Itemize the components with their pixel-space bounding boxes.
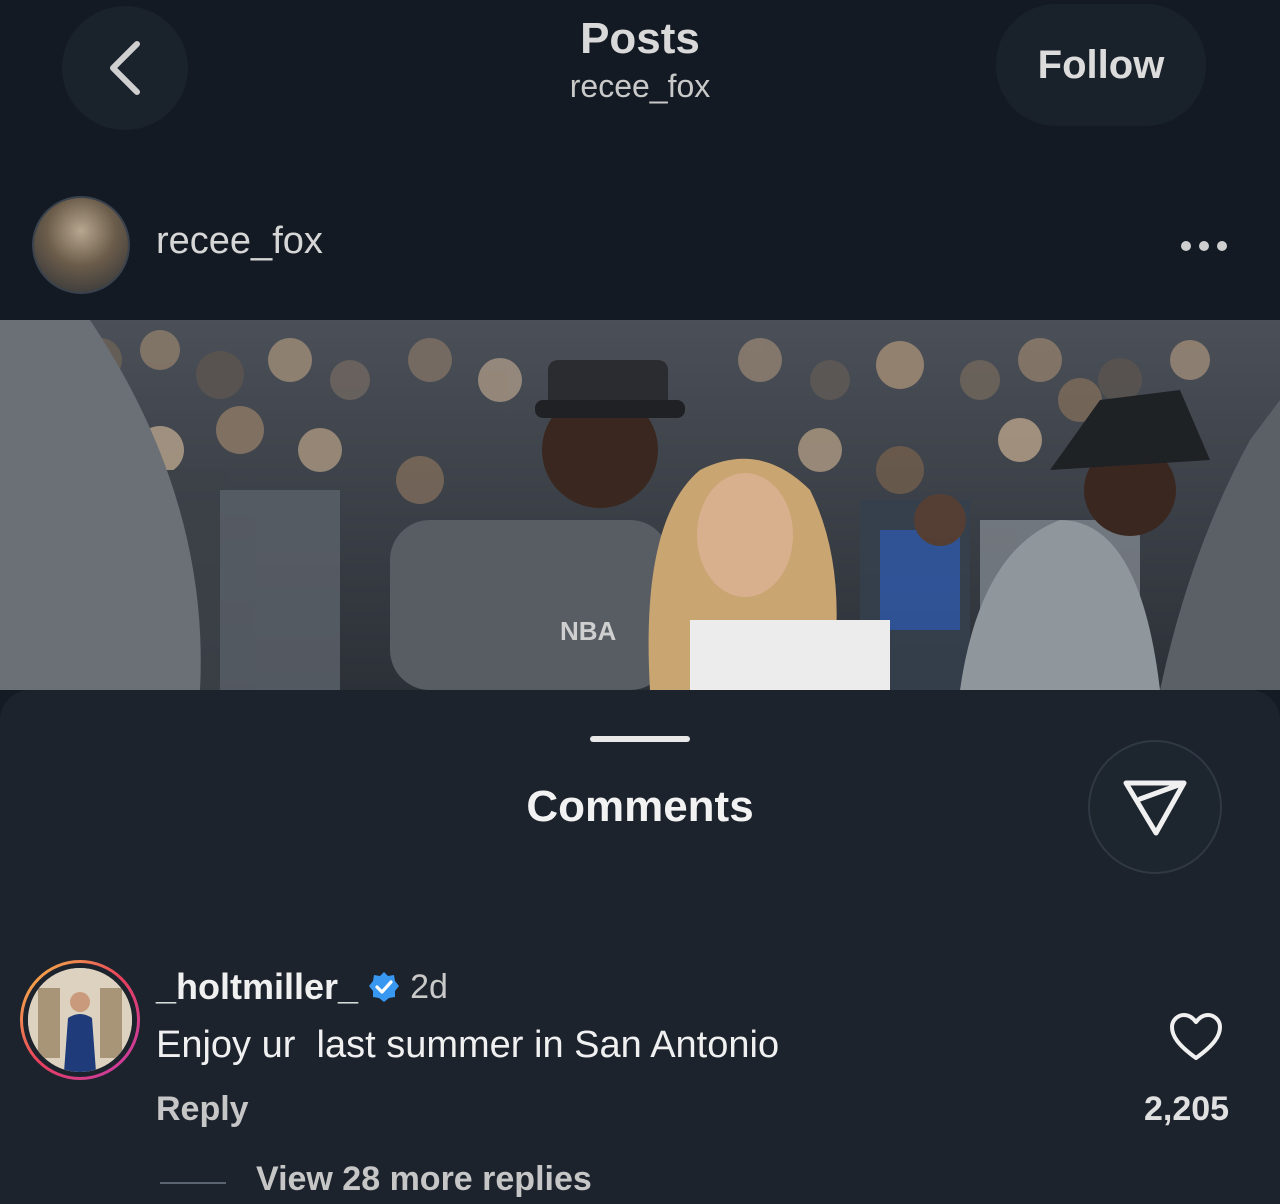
author-username[interactable]: recee_fox — [156, 220, 323, 263]
post-header: Posts recee_fox Follow recee_fox — [0, 0, 1280, 320]
commenter-avatar — [23, 963, 137, 1077]
more-horizontal-icon — [1181, 241, 1227, 251]
author-avatar[interactable] — [32, 196, 130, 294]
crowd-photo-illustration: NBA — [0, 320, 1280, 690]
commenter-avatar-story-ring[interactable] — [20, 960, 140, 1080]
share-button[interactable] — [1088, 740, 1222, 874]
like-count: 2,205 — [1144, 1090, 1230, 1128]
more-options-button[interactable] — [1180, 226, 1228, 260]
commenter-avatar-image — [28, 968, 132, 1072]
post-photo[interactable]: NBA — [0, 320, 1280, 690]
commenter-username[interactable]: _holtmiller_ — [156, 966, 358, 1008]
verified-badge-icon — [369, 972, 400, 1002]
svg-text:NBA: NBA — [560, 616, 617, 646]
replies-divider — [160, 1182, 226, 1184]
comment-text: Enjoy ur last summer in San Antonio — [156, 1024, 780, 1066]
comments-sheet: Comments _holtmiller_ 2d Enjoy ur last s… — [0, 690, 1280, 1204]
comment-header: _holtmiller_ 2d — [156, 966, 448, 1008]
comment-timestamp: 2d — [410, 967, 448, 1006]
follow-button[interactable]: Follow — [996, 4, 1206, 126]
paper-plane-icon — [1123, 780, 1187, 836]
reply-button[interactable]: Reply — [156, 1090, 249, 1129]
sheet-drag-handle[interactable] — [590, 736, 690, 742]
view-replies-button[interactable]: View 28 more replies — [256, 1160, 592, 1199]
heart-outline-icon[interactable] — [1168, 1012, 1224, 1062]
